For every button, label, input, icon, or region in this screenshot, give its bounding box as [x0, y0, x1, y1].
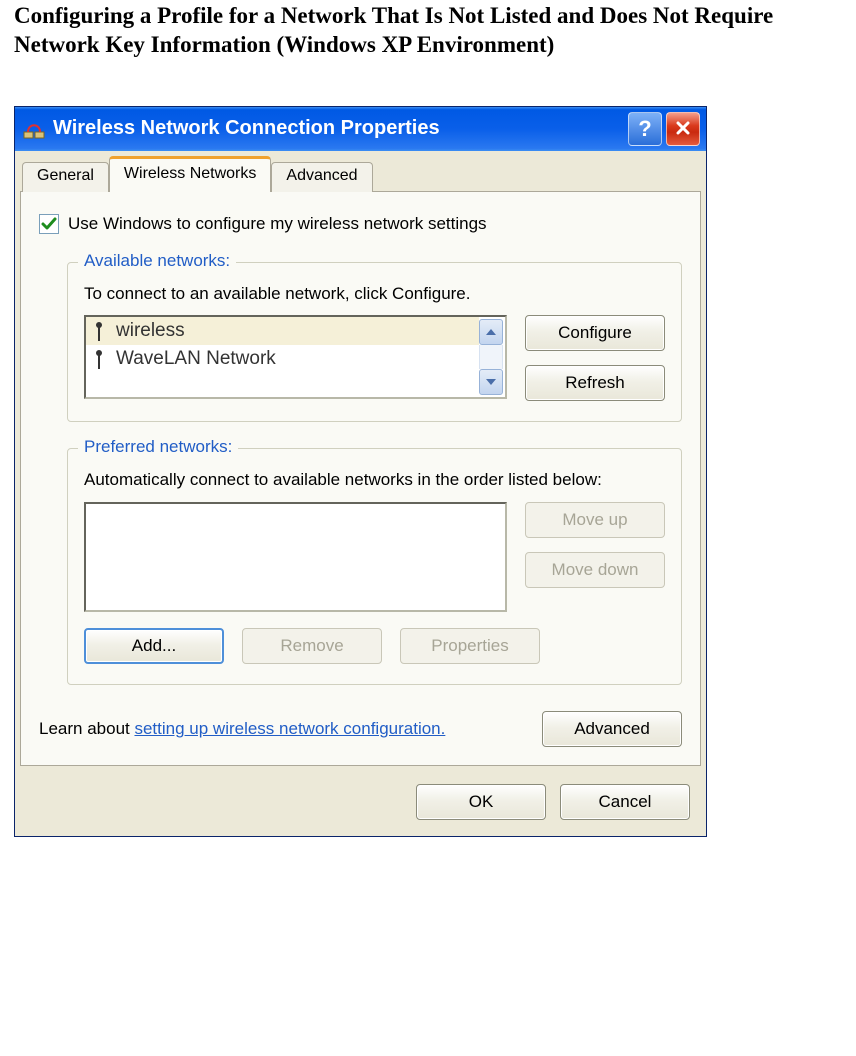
tab-advanced[interactable]: Advanced: [271, 162, 372, 192]
use-windows-checkbox[interactable]: [39, 214, 59, 234]
remove-button: Remove: [242, 628, 382, 664]
dialog-footer: OK Cancel: [15, 766, 706, 836]
wireless-connection-icon: [23, 118, 45, 140]
configure-button[interactable]: Configure: [525, 315, 665, 351]
available-networks-group: Available networks: To connect to an ava…: [67, 262, 682, 423]
help-icon: ?: [638, 116, 651, 142]
titlebar[interactable]: Wireless Network Connection Properties ?: [15, 107, 706, 151]
learn-link[interactable]: setting up wireless network configuratio…: [134, 719, 445, 738]
scroll-up-button[interactable]: [479, 319, 503, 345]
close-icon: [675, 116, 691, 142]
list-item[interactable]: wireless: [86, 317, 479, 345]
advanced-button[interactable]: Advanced: [542, 711, 682, 747]
chevron-down-icon: [486, 379, 496, 385]
preferred-networks-desc: Automatically connect to available netwo…: [84, 469, 665, 492]
help-button[interactable]: ?: [628, 112, 662, 146]
scroll-down-button[interactable]: [479, 369, 503, 395]
properties-button: Properties: [400, 628, 540, 664]
preferred-networks-listbox[interactable]: [84, 502, 507, 612]
network-name: WaveLAN Network: [116, 348, 276, 370]
cancel-button[interactable]: Cancel: [560, 784, 690, 820]
tab-general[interactable]: General: [22, 162, 109, 192]
list-item[interactable]: WaveLAN Network: [86, 345, 479, 373]
available-networks-legend: Available networks:: [78, 251, 236, 271]
use-windows-label: Use Windows to configure my wireless net…: [68, 214, 487, 234]
antenna-icon: [92, 321, 106, 341]
close-button[interactable]: [666, 112, 700, 146]
scrollbar[interactable]: [479, 319, 503, 395]
preferred-networks-group: Preferred networks: Automatically connec…: [67, 448, 682, 685]
tabstrip: General Wireless Networks Advanced: [20, 156, 701, 192]
page-heading: Configuring a Profile for a Network That…: [0, 0, 856, 66]
move-up-button: Move up: [525, 502, 665, 538]
scroll-track[interactable]: [479, 345, 503, 369]
move-down-button: Move down: [525, 552, 665, 588]
learn-prefix: Learn about: [39, 719, 134, 738]
antenna-icon: [92, 349, 106, 369]
check-icon: [41, 216, 57, 232]
tab-panel-wireless: Use Windows to configure my wireless net…: [20, 192, 701, 767]
refresh-button[interactable]: Refresh: [525, 365, 665, 401]
learn-about-text: Learn about setting up wireless network …: [39, 718, 530, 740]
ok-button[interactable]: OK: [416, 784, 546, 820]
chevron-up-icon: [486, 329, 496, 335]
network-name: wireless: [116, 320, 185, 342]
available-networks-desc: To connect to an available network, clic…: [84, 283, 665, 306]
properties-dialog: Wireless Network Connection Properties ?…: [14, 106, 707, 838]
available-networks-listbox[interactable]: wireless WaveLAN Network: [84, 315, 507, 399]
preferred-networks-legend: Preferred networks:: [78, 437, 238, 457]
window-title: Wireless Network Connection Properties: [53, 117, 440, 140]
tab-wireless-networks[interactable]: Wireless Networks: [109, 156, 271, 192]
add-button[interactable]: Add...: [84, 628, 224, 664]
